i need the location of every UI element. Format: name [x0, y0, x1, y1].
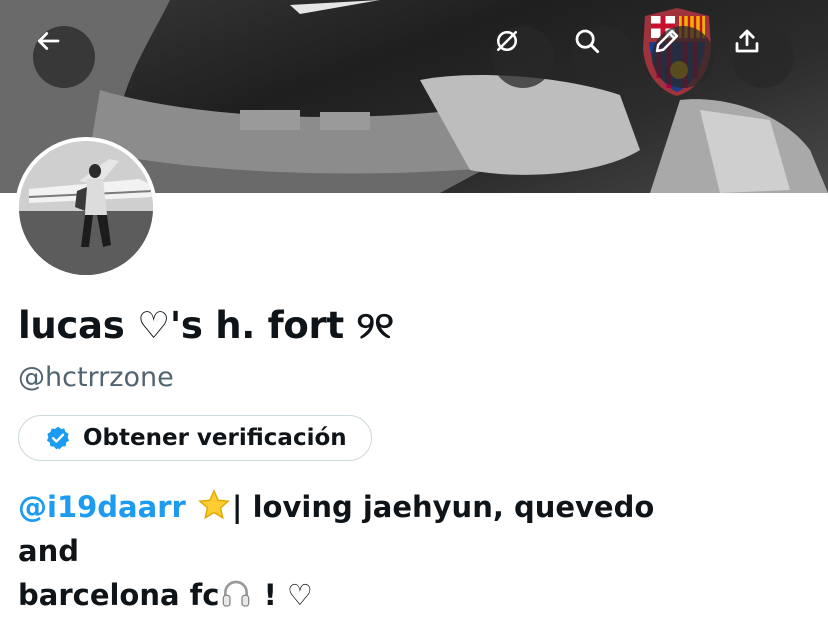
- verified-badge-icon: [46, 426, 70, 450]
- search-button[interactable]: [572, 26, 634, 88]
- share-button[interactable]: [732, 26, 794, 88]
- star-emoji-icon: [198, 489, 230, 520]
- get-verified-button[interactable]: Obtener verificación: [18, 415, 372, 461]
- bio-text-line-3: ! ♡: [253, 578, 313, 612]
- bio-mention-link[interactable]: @i19daarr: [18, 490, 186, 524]
- slashed-circle-icon: [497, 31, 517, 51]
- share-upload-icon: [735, 29, 759, 53]
- username-handle: @hctrrzone: [18, 362, 174, 393]
- headphones-emoji-icon: [223, 580, 250, 607]
- hide-button[interactable]: [492, 26, 554, 88]
- avatar-photo: [19, 141, 153, 275]
- pencil-icon: [655, 29, 679, 53]
- display-name: lucas ♡'s h. fort ୨୧: [18, 304, 394, 347]
- search-icon: [575, 29, 600, 54]
- get-verified-label: Obtener verificación: [83, 425, 347, 451]
- back-button[interactable]: [33, 26, 95, 88]
- bio-text-line-2: barcelona fc: [18, 578, 220, 612]
- profile-bio: @i19daarr | loving jaehyun, quevedo and …: [18, 485, 718, 617]
- edit-button[interactable]: [652, 26, 714, 88]
- avatar[interactable]: [15, 137, 157, 279]
- back-arrow-icon: [37, 32, 60, 50]
